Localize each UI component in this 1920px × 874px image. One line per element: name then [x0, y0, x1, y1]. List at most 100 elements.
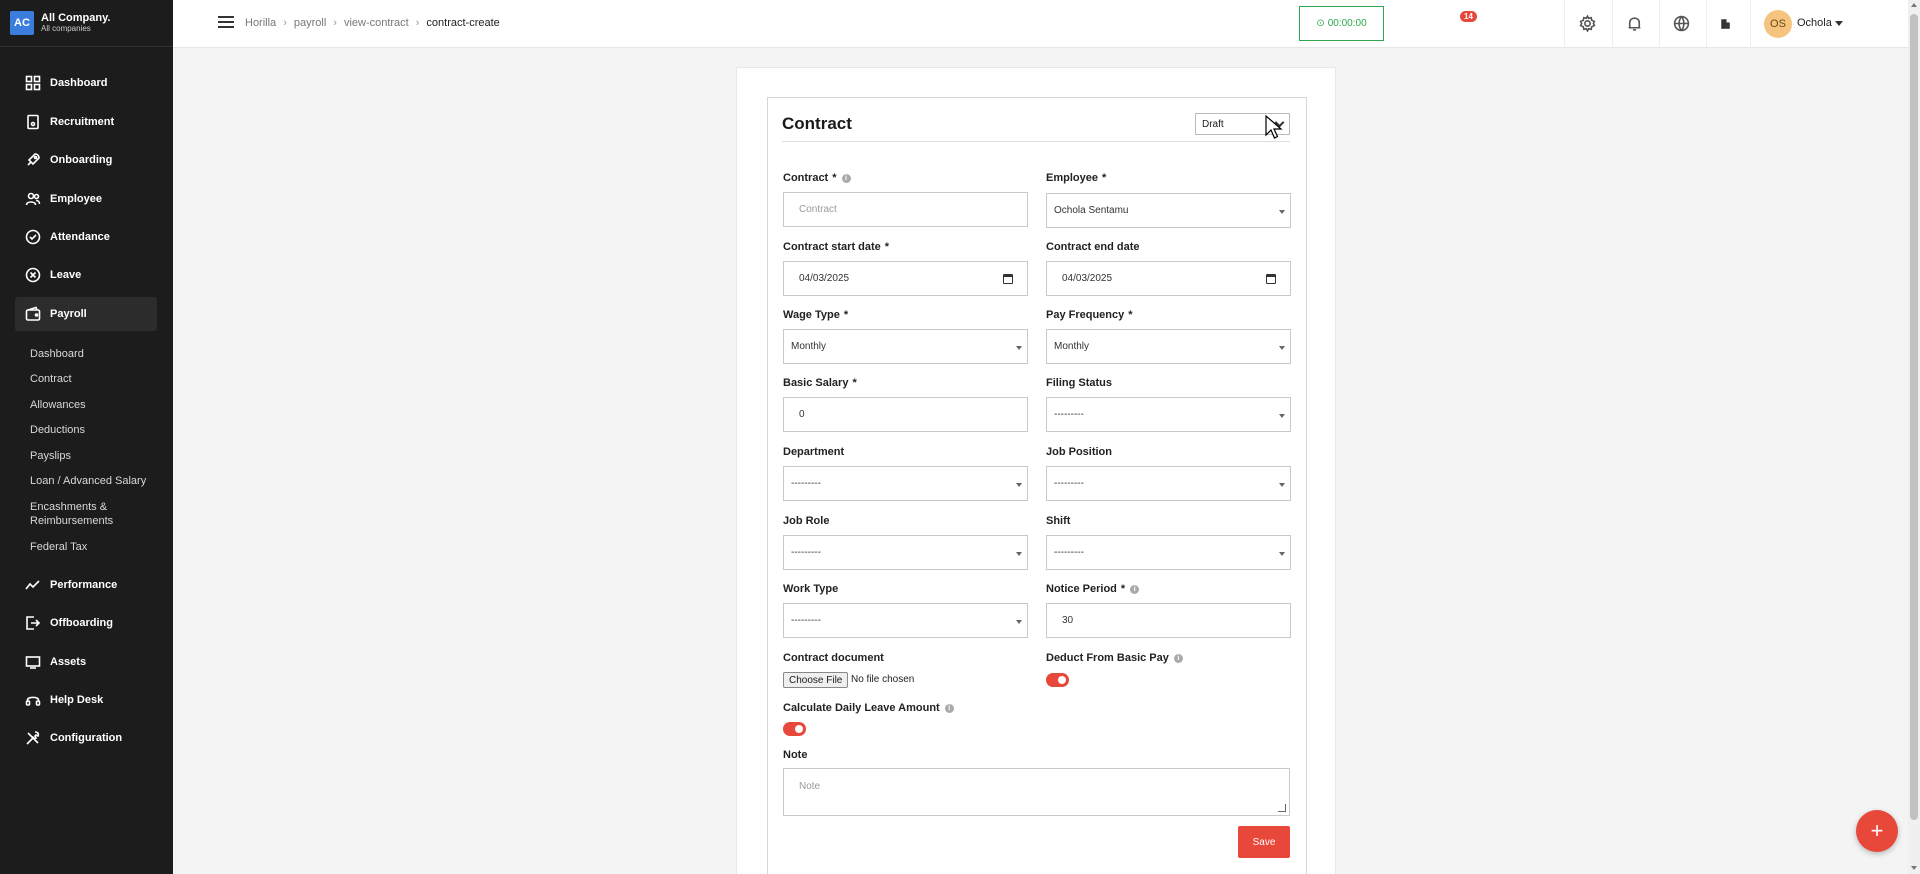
info-icon[interactable]: i — [1130, 585, 1140, 594]
payroll-sub-encashments[interactable]: Encashments & Reimbursements — [30, 500, 130, 528]
contract-start-date-input[interactable]: 04/03/2025 — [783, 261, 1028, 296]
avatar[interactable]: OS — [1764, 10, 1792, 38]
company-building-icon[interactable] — [1715, 13, 1735, 33]
sidebar-item-employee[interactable]: Employee — [15, 182, 157, 216]
breadcrumb-item[interactable]: Horilla — [245, 17, 276, 29]
shift-select[interactable]: --------- — [1046, 535, 1291, 570]
attendance-icon — [25, 229, 41, 245]
wage-type-label: Wage Type * — [783, 309, 849, 321]
scroll-down-icon[interactable] — [1911, 866, 1917, 870]
save-button[interactable]: Save — [1238, 826, 1290, 858]
sidebar: AC All Company. All companies Dashboard … — [0, 0, 173, 874]
chevron-right-icon: › — [333, 17, 337, 29]
info-icon[interactable]: i — [1173, 654, 1183, 663]
company-name: All Company. — [41, 12, 111, 25]
employee-icon — [25, 191, 41, 207]
job-position-select[interactable]: --------- — [1046, 466, 1291, 501]
job-role-label: Job Role — [783, 515, 830, 527]
sidebar-item-label: Onboarding — [50, 154, 113, 166]
sidebar-item-payroll[interactable]: Payroll — [15, 297, 157, 331]
caret-down-icon — [1279, 552, 1285, 556]
department-label: Department — [783, 446, 845, 458]
configuration-icon — [25, 730, 41, 746]
work-type-select[interactable]: --------- — [783, 603, 1028, 638]
quick-add-button[interactable]: + — [1856, 810, 1898, 852]
info-icon[interactable]: i — [841, 174, 851, 183]
sidebar-item-assets[interactable]: Assets — [15, 645, 157, 679]
scroll-thumb[interactable] — [1910, 14, 1918, 820]
notice-period-label: Notice Period * i — [1046, 583, 1140, 595]
sidebar-item-onboarding[interactable]: Onboarding — [15, 143, 157, 177]
top-header: Horilla › payroll › view-contract › contrac… — [173, 0, 1908, 48]
payroll-sub-deductions[interactable]: Deductions — [30, 423, 165, 437]
sidebar-item-label: Performance — [50, 579, 118, 591]
sidebar-item-help-desk[interactable]: Help Desk — [15, 683, 157, 717]
wage-type-select[interactable]: Monthly — [783, 329, 1028, 364]
job-position-label: Job Position — [1046, 446, 1112, 458]
sidebar-item-label: Payroll — [50, 308, 87, 320]
settings-gear-icon[interactable] — [1577, 13, 1597, 33]
sidebar-item-configuration[interactable]: Configuration — [15, 721, 157, 755]
caret-down-icon — [1279, 483, 1285, 487]
form-title: Contract — [782, 114, 852, 133]
payroll-sub-dashboard[interactable]: Dashboard — [30, 347, 165, 361]
caret-down-icon — [1016, 552, 1022, 556]
company-switcher[interactable]: AC All Company. All companies — [0, 0, 173, 47]
mouse-cursor-icon — [1265, 115, 1283, 139]
basic-salary-input[interactable]: 0 — [783, 397, 1028, 432]
notification-bell-icon[interactable] — [1624, 13, 1644, 33]
sidebar-item-dashboard[interactable]: Dashboard — [15, 66, 157, 100]
sidebar-item-offboarding[interactable]: Offboarding — [15, 606, 157, 640]
caret-down-icon — [1279, 414, 1285, 418]
employee-select[interactable]: Ochola Sentamu — [1046, 193, 1291, 228]
info-icon[interactable]: i — [944, 704, 954, 713]
choose-file-button[interactable]: Choose File — [783, 672, 849, 688]
breadcrumb-item[interactable]: view-contract — [344, 17, 409, 29]
contract-document-label: Contract document — [783, 652, 884, 664]
contract-end-date-input[interactable]: 04/03/2025 — [1046, 261, 1291, 296]
job-role-select[interactable]: --------- — [783, 535, 1028, 570]
contract-name-input[interactable]: Contract — [783, 192, 1028, 227]
caret-down-icon — [1016, 620, 1022, 624]
payroll-sub-payslips[interactable]: Payslips — [30, 449, 165, 463]
sidebar-item-label: Employee — [50, 193, 102, 205]
menu-toggle-icon[interactable] — [218, 16, 234, 30]
status-value: Draft — [1202, 118, 1224, 130]
scroll-up-icon[interactable] — [1911, 3, 1917, 7]
sidebar-item-label: Recruitment — [50, 116, 115, 128]
note-textarea[interactable]: Note — [783, 768, 1290, 816]
scrollbar[interactable] — [1908, 0, 1920, 874]
sidebar-item-performance[interactable]: Performance — [15, 568, 157, 602]
sidebar-item-label: Dashboard — [50, 77, 108, 89]
offboarding-icon — [25, 615, 41, 631]
caret-down-icon — [1016, 346, 1022, 350]
performance-icon — [25, 577, 41, 593]
deduct-basic-pay-label: Deduct From Basic Pay i — [1046, 652, 1183, 664]
pay-frequency-select[interactable]: Monthly — [1046, 329, 1291, 364]
filing-status-select[interactable]: --------- — [1046, 397, 1291, 432]
calendar-icon — [1266, 274, 1276, 284]
timer-value: 00:00:00 — [1327, 18, 1367, 29]
department-select[interactable]: --------- — [783, 466, 1028, 501]
sidebar-item-label: Configuration — [50, 732, 123, 744]
deduct-basic-pay-toggle[interactable] — [1046, 673, 1069, 687]
payroll-sub-federal-tax[interactable]: Federal Tax — [30, 540, 165, 554]
payroll-sub-loan[interactable]: Loan / Advanced Salary — [30, 474, 165, 488]
sidebar-item-recruitment[interactable]: Recruitment — [15, 105, 157, 139]
sidebar-item-attendance[interactable]: Attendance — [15, 220, 157, 254]
chevron-right-icon: › — [283, 17, 287, 29]
sidebar-item-label: Assets — [50, 656, 87, 668]
notice-period-input[interactable]: 30 — [1046, 603, 1291, 638]
assets-icon — [25, 654, 41, 670]
payroll-sub-contract[interactable]: Contract — [30, 372, 165, 386]
language-globe-icon[interactable] — [1671, 13, 1691, 33]
user-menu-name[interactable]: Ochola — [1797, 17, 1832, 29]
chevron-down-icon[interactable] — [1835, 21, 1843, 26]
payroll-sub-allowances[interactable]: Allowances — [30, 398, 165, 412]
sidebar-item-leave[interactable]: Leave — [15, 258, 157, 292]
filing-status-label: Filing Status — [1046, 377, 1112, 389]
calculate-leave-label: Calculate Daily Leave Amount i — [783, 702, 954, 714]
calculate-leave-toggle[interactable] — [783, 722, 806, 736]
attendance-timer-button[interactable]: ⊙ 00:00:00 — [1299, 6, 1384, 41]
breadcrumb-item[interactable]: payroll — [294, 17, 326, 29]
